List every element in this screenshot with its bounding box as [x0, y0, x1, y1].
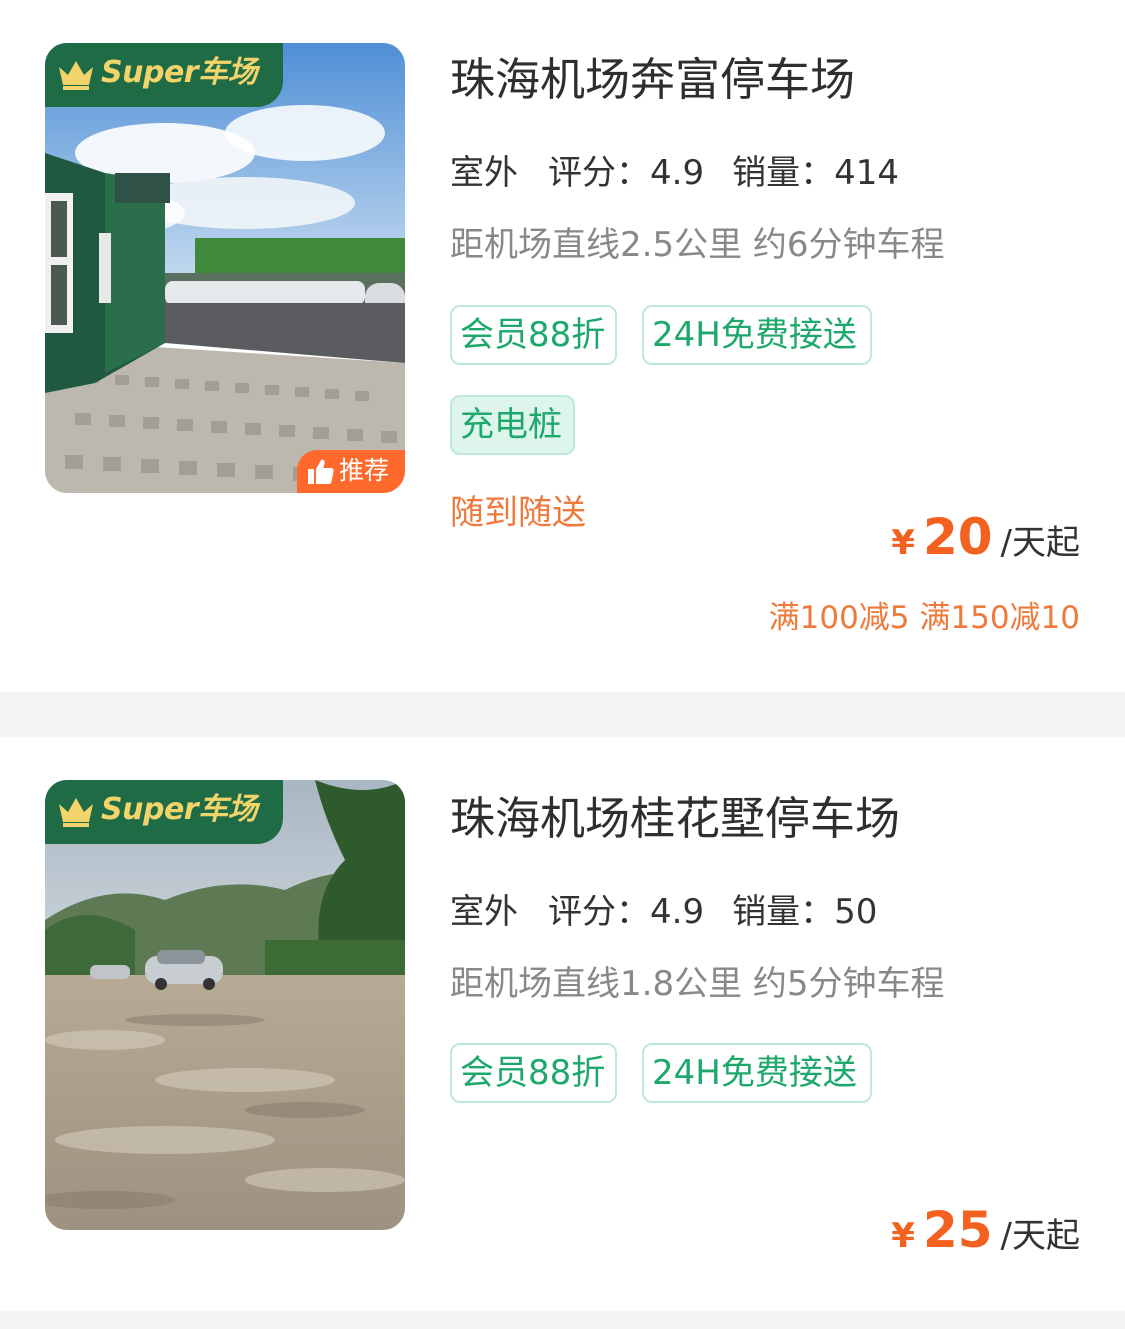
recommend-badge: 推荐 [297, 450, 405, 493]
rating-value: 4.9 [650, 892, 705, 932]
sales-value: 50 [834, 892, 878, 932]
sales-label: 销量： [732, 153, 835, 193]
crown-icon [59, 61, 93, 90]
super-badge-label: Super车场 [101, 792, 258, 827]
tag-free-shuttle: 24H免费接送 [642, 1043, 872, 1103]
distance-text: 距机场直线2.5公里 约6分钟车程 [450, 225, 945, 265]
card-divider [0, 1311, 1125, 1329]
parking-photo[interactable]: Super车场 推荐 [45, 43, 405, 493]
parking-photo[interactable]: Super车场 [45, 780, 405, 1230]
rating-label: 评分： [548, 892, 650, 932]
rating-value: 4.9 [650, 153, 705, 193]
distance-text: 距机场直线1.8公里 约5分钟车程 [450, 964, 945, 1004]
price-unit: /天起 [1000, 1216, 1080, 1256]
super-parking-badge: Super车场 [45, 43, 283, 107]
price-amount: 20 [922, 508, 993, 566]
crown-icon [59, 798, 93, 827]
price-amount: 25 [922, 1201, 993, 1259]
parking-meta: 室外 评分：4.9 销量：50 [448, 889, 878, 935]
price-unit: /天起 [1000, 523, 1080, 563]
discount-text: 满100减5 满150减10 [768, 600, 1080, 636]
parking-name[interactable]: 珠海机场桂花墅停车场 [450, 789, 900, 849]
parking-type: 室外 [448, 150, 520, 196]
price: ¥ 25 /天起 [891, 1201, 1080, 1259]
tag-charging-pile: 充电桩 [450, 395, 575, 455]
price: ¥ 20 /天起 [891, 508, 1080, 566]
thumbs-up-icon [308, 459, 334, 484]
sales-label: 销量： [732, 892, 835, 932]
service-note: 随到随送 [450, 493, 586, 533]
tag-member-discount: 会员88折 [450, 305, 617, 365]
parking-card[interactable]: Super车场 珠海机场桂花墅停车场 室外 评分：4.9 销量：50 距机场直线1.… [0, 737, 1125, 1311]
price-currency: ¥ [891, 1216, 915, 1256]
parking-type: 室外 [448, 889, 520, 935]
price-currency: ¥ [891, 523, 915, 563]
parking-name[interactable]: 珠海机场奔富停车场 [450, 50, 855, 110]
sales-value: 414 [834, 153, 899, 193]
super-badge-label: Super车场 [101, 55, 258, 90]
tag-free-shuttle: 24H免费接送 [642, 305, 872, 365]
parking-lot-image [45, 780, 405, 1230]
parking-lot-image [45, 43, 405, 493]
parking-meta: 室外 评分：4.9 销量：414 [448, 150, 899, 196]
parking-card[interactable]: Super车场 推荐 珠海机场奔富停车场 室外 评分：4.9 销量：414 距机场直… [0, 0, 1125, 692]
recommend-label: 推荐 [339, 456, 390, 485]
card-divider [0, 692, 1125, 737]
rating-label: 评分： [548, 153, 650, 193]
super-parking-badge: Super车场 [45, 780, 283, 844]
tag-member-discount: 会员88折 [450, 1043, 617, 1103]
